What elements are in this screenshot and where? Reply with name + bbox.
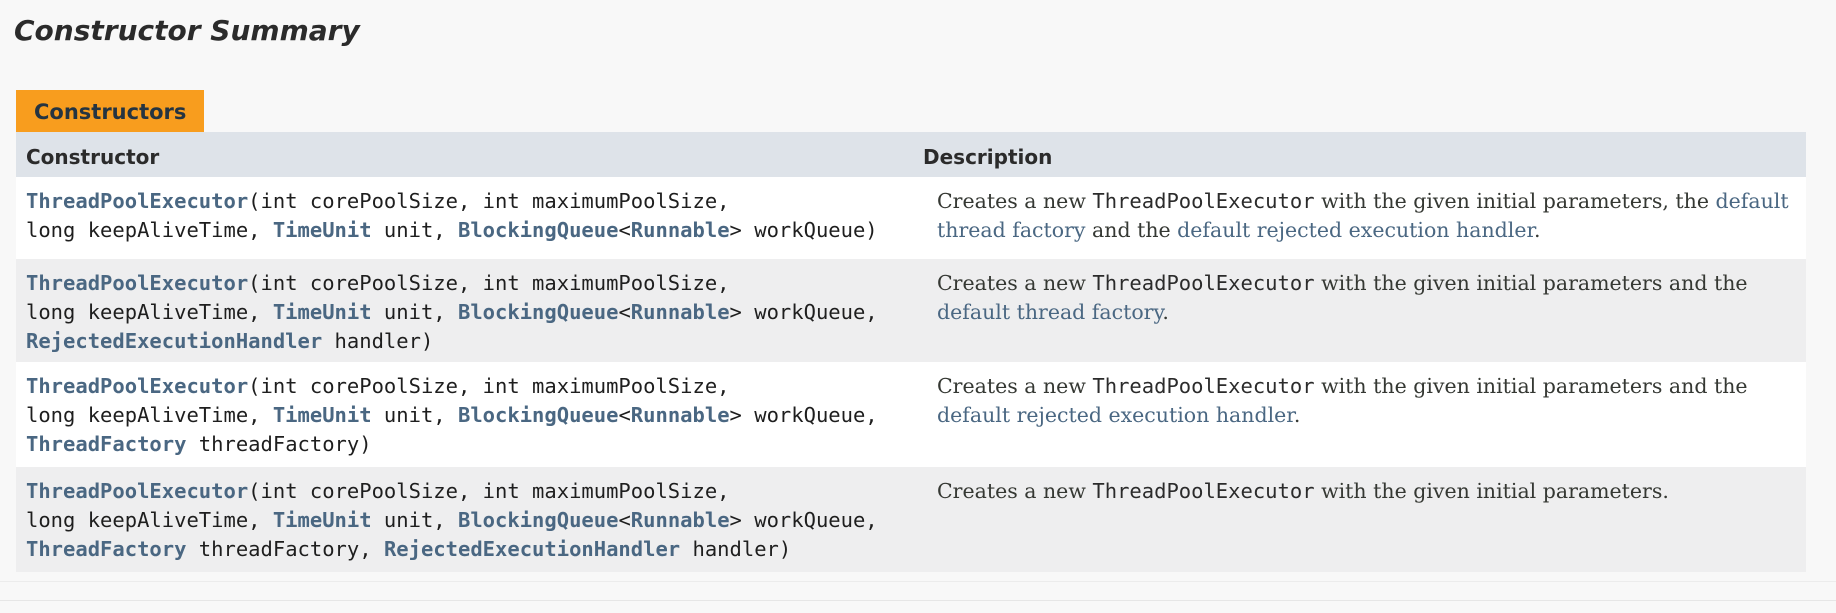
class-name-code: ThreadPoolExecutor [1092, 271, 1315, 295]
params-text: > workQueue, [729, 403, 878, 427]
params-text: threadFactory) [186, 432, 372, 456]
signature-line: ThreadPoolExecutor(int corePoolSize, int… [26, 477, 913, 506]
description-text: and the [1085, 218, 1178, 242]
blockingqueue-link[interactable]: BlockingQueue [458, 300, 618, 324]
runnable-link[interactable]: Runnable [631, 218, 730, 242]
constructor-description: Creates a new ThreadPoolExecutor with th… [913, 362, 1806, 467]
params-text: long keepAliveTime, [26, 403, 273, 427]
description-text: with the given initial parameters and th… [1314, 271, 1748, 295]
description-text: Creates a new [937, 479, 1093, 503]
generic-open: < [618, 508, 631, 532]
constructor-signature: ThreadPoolExecutor(int corePoolSize, int… [16, 467, 913, 572]
column-header-description: Description [923, 145, 1053, 169]
params-text: > workQueue, [729, 508, 878, 532]
table-header-row: Constructor Description [16, 132, 1806, 177]
params-text: long keepAliveTime, [26, 508, 273, 532]
next-section-edge [0, 600, 1836, 613]
signature-line: ThreadPoolExecutor(int corePoolSize, int… [26, 372, 913, 401]
runnable-link[interactable]: Runnable [631, 508, 730, 532]
description-text: . [1293, 403, 1301, 427]
blockingqueue-link[interactable]: BlockingQueue [458, 218, 618, 242]
column-header-constructor: Constructor [26, 145, 160, 169]
timeunit-link[interactable]: TimeUnit [273, 218, 372, 242]
default-rejected-handler-link[interactable]: default rejected execution handler [937, 403, 1294, 427]
constructor-signature: ThreadPoolExecutor(int corePoolSize, int… [16, 259, 913, 362]
params-text: handler) [322, 329, 434, 353]
constructor-description: Creates a new ThreadPoolExecutor with th… [913, 177, 1806, 259]
table-row: ThreadPoolExecutor(int corePoolSize, int… [16, 177, 1806, 259]
params-text: unit, [371, 508, 458, 532]
signature-line: ThreadPoolExecutor(int corePoolSize, int… [26, 187, 913, 216]
table-row: ThreadPoolExecutor(int corePoolSize, int… [16, 467, 1806, 572]
params-text: threadFactory, [186, 537, 384, 561]
description-text: . [1534, 218, 1541, 242]
signature-line: long keepAliveTime, TimeUnit unit, Block… [26, 216, 913, 245]
description-text: Creates a new [937, 374, 1093, 398]
params-text: (int corePoolSize, int maximumPoolSize, [248, 189, 730, 213]
constructor-signature: ThreadPoolExecutor(int corePoolSize, int… [16, 362, 913, 467]
class-name-code: ThreadPoolExecutor [1092, 479, 1315, 503]
thread-factory-link[interactable]: ThreadFactory [26, 537, 186, 561]
class-name-code: ThreadPoolExecutor [1092, 374, 1315, 398]
generic-open: < [618, 300, 631, 324]
default-thread-factory-link[interactable]: default thread factory [937, 300, 1162, 324]
generic-open: < [618, 403, 631, 427]
signature-line: long keepAliveTime, TimeUnit unit, Block… [26, 298, 913, 327]
blockingqueue-link[interactable]: BlockingQueue [458, 508, 618, 532]
timeunit-link[interactable]: TimeUnit [273, 300, 372, 324]
params-text: unit, [371, 300, 458, 324]
signature-line: long keepAliveTime, TimeUnit unit, Block… [26, 506, 913, 535]
constructor-summary-section: Constructor Summary Constructors Constru… [0, 0, 1836, 582]
params-text: > workQueue) [729, 218, 878, 242]
description-text: with the given initial parameters. [1314, 479, 1669, 503]
table-row: ThreadPoolExecutor(int corePoolSize, int… [16, 362, 1806, 467]
constructor-signature: ThreadPoolExecutor(int corePoolSize, int… [16, 177, 913, 259]
constructor-link[interactable]: ThreadPoolExecutor [26, 374, 248, 398]
section-title: Constructor Summary [14, 14, 360, 47]
params-text: (int corePoolSize, int maximumPoolSize, [248, 479, 730, 503]
timeunit-link[interactable]: TimeUnit [273, 403, 372, 427]
signature-line: ThreadPoolExecutor(int corePoolSize, int… [26, 269, 913, 298]
timeunit-link[interactable]: TimeUnit [273, 508, 372, 532]
params-text: > workQueue, [729, 300, 878, 324]
params-text: long keepAliveTime, [26, 300, 273, 324]
description-text: Creates a new [937, 189, 1093, 213]
runnable-link[interactable]: Runnable [631, 300, 730, 324]
constructor-link[interactable]: ThreadPoolExecutor [26, 479, 248, 503]
signature-line: ThreadFactory threadFactory) [26, 430, 913, 459]
params-text: unit, [371, 218, 458, 242]
constructor-description: Creates a new ThreadPoolExecutor with th… [913, 467, 1806, 572]
constructor-description: Creates a new ThreadPoolExecutor with th… [913, 259, 1806, 362]
thread-factory-link[interactable]: ThreadFactory [26, 432, 186, 456]
params-text: unit, [371, 403, 458, 427]
params-text: handler) [680, 537, 792, 561]
description-text: with the given initial parameters, the [1314, 189, 1716, 213]
blockingqueue-link[interactable]: BlockingQueue [458, 403, 618, 427]
signature-line: RejectedExecutionHandler handler) [26, 327, 913, 356]
rejected-execution-handler-link[interactable]: RejectedExecutionHandler [26, 329, 322, 353]
default-rejected-handler-link[interactable]: default rejected execution handler [1177, 218, 1534, 242]
signature-line: ThreadFactory threadFactory, RejectedExe… [26, 535, 913, 564]
class-name-code: ThreadPoolExecutor [1092, 189, 1315, 213]
constructor-link[interactable]: ThreadPoolExecutor [26, 271, 248, 295]
description-text: . [1162, 300, 1169, 324]
description-text: with the given initial parameters and th… [1314, 374, 1748, 398]
runnable-link[interactable]: Runnable [631, 403, 730, 427]
table-row: ThreadPoolExecutor(int corePoolSize, int… [16, 259, 1806, 362]
rejected-execution-handler-link[interactable]: RejectedExecutionHandler [384, 537, 680, 561]
generic-open: < [618, 218, 631, 242]
description-text: Creates a new [937, 271, 1093, 295]
params-text: (int corePoolSize, int maximumPoolSize, [248, 374, 730, 398]
signature-line: long keepAliveTime, TimeUnit unit, Block… [26, 401, 913, 430]
params-text: long keepAliveTime, [26, 218, 273, 242]
constructor-table: Constructor Description ThreadPoolExecut… [16, 132, 1806, 572]
params-text: (int corePoolSize, int maximumPoolSize, [248, 271, 730, 295]
table-caption-constructors: Constructors [16, 90, 204, 132]
constructor-link[interactable]: ThreadPoolExecutor [26, 189, 248, 213]
